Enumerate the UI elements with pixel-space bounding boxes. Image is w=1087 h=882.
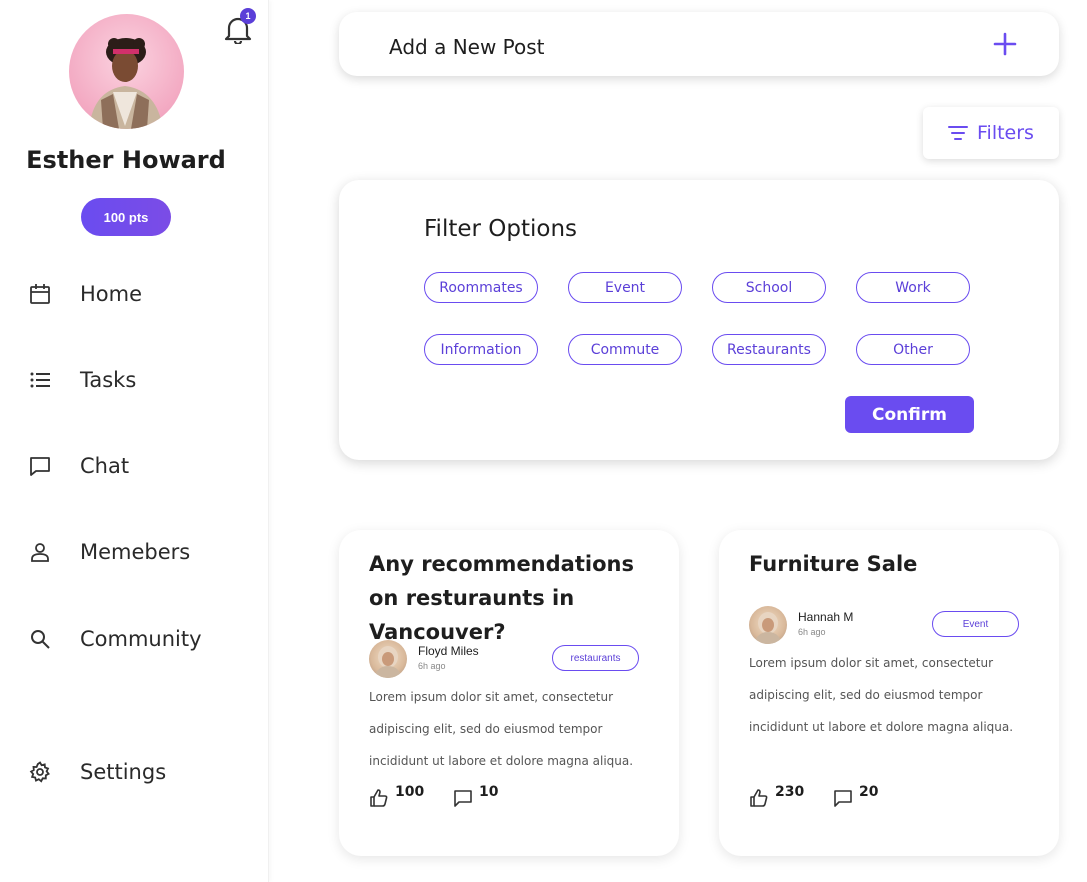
post-body: Lorem ipsum dolor sit amet, consectetur … [749, 656, 1014, 734]
filter-chip-commute[interactable]: Commute [568, 334, 682, 365]
confirm-button[interactable]: Confirm [845, 396, 974, 433]
like-count: 100 [395, 784, 425, 800]
post-time: 6h ago [418, 661, 446, 671]
nav-item-community[interactable]: Community [26, 619, 202, 659]
person-icon [26, 538, 54, 566]
filters-label: Filters [977, 122, 1034, 144]
filter-options-panel: Filter Options Roommates Event School Wo… [339, 180, 1059, 460]
thumbs-up-icon [749, 788, 771, 810]
profile-avatar[interactable] [69, 14, 184, 129]
filter-icon [947, 124, 969, 142]
author-avatar[interactable] [369, 640, 407, 678]
nav-label-tasks: Tasks [80, 368, 137, 392]
nav-item-chat[interactable]: Chat [26, 446, 129, 486]
comment-count: 20 [859, 784, 879, 800]
gear-icon [26, 758, 54, 786]
post-card[interactable]: Furniture Sale Hannah M 6h ago Event Lor… [719, 530, 1059, 856]
nav-item-home[interactable]: Home [26, 274, 142, 314]
filters-button[interactable]: Filters [923, 107, 1059, 159]
add-post-bar[interactable]: Add a New Post [339, 12, 1059, 76]
nav-item-members[interactable]: Memebers [26, 532, 190, 572]
author-avatar[interactable] [749, 606, 787, 644]
nav-item-tasks[interactable]: Tasks [26, 360, 136, 400]
nav-item-settings[interactable]: Settings [26, 752, 166, 792]
nav-label-settings: Settings [80, 760, 167, 784]
author-name: Hannah M [798, 610, 854, 624]
thumbs-up-icon [369, 788, 391, 810]
user-name: Esther Howard [26, 146, 226, 174]
filter-chip-information[interactable]: Information [424, 334, 538, 365]
list-icon [26, 366, 54, 394]
plus-icon[interactable] [991, 30, 1019, 58]
filter-chip-roommates[interactable]: Roommates [424, 272, 538, 303]
comment-icon [453, 788, 475, 810]
comment-icon [833, 788, 855, 810]
author-name: Floyd Miles [418, 644, 479, 658]
filter-chip-work[interactable]: Work [856, 272, 970, 303]
like-stat[interactable]: 100 [369, 784, 424, 810]
sidebar: 1 Esther Howard 100 pts Home Tasks Chat … [0, 0, 269, 882]
search-icon [26, 625, 54, 653]
post-title: Any recommendations on resturaunts in Va… [369, 552, 634, 644]
nav-label-members: Memebers [80, 540, 191, 564]
chat-icon [26, 452, 54, 480]
nav-label-community: Community [80, 627, 202, 651]
add-post-label: Add a New Post [389, 35, 545, 59]
like-stat[interactable]: 230 [749, 784, 804, 810]
like-count: 230 [775, 784, 805, 800]
post-title: Furniture Sale [749, 552, 918, 576]
filter-chip-event[interactable]: Event [568, 272, 682, 303]
nav-label-home: Home [80, 282, 143, 306]
post-tag[interactable]: restaurants [552, 645, 639, 671]
post-card[interactable]: Any recommendations on resturaunts in Va… [339, 530, 679, 856]
filter-chip-other[interactable]: Other [856, 334, 970, 365]
points-badge: 100 pts [81, 198, 171, 236]
comment-count: 10 [479, 784, 499, 800]
post-tag[interactable]: Event [932, 611, 1019, 637]
filter-chip-school[interactable]: School [712, 272, 826, 303]
filter-options-title: Filter Options [424, 216, 578, 242]
post-body: Lorem ipsum dolor sit amet, consectetur … [369, 690, 634, 768]
filter-chip-restaurants[interactable]: Restaurants [712, 334, 826, 365]
calendar-icon [26, 280, 54, 308]
nav-label-chat: Chat [80, 454, 130, 478]
notification-badge: 1 [240, 8, 256, 24]
comment-stat[interactable]: 10 [453, 784, 498, 810]
comment-stat[interactable]: 20 [833, 784, 878, 810]
post-time: 6h ago [798, 627, 826, 637]
